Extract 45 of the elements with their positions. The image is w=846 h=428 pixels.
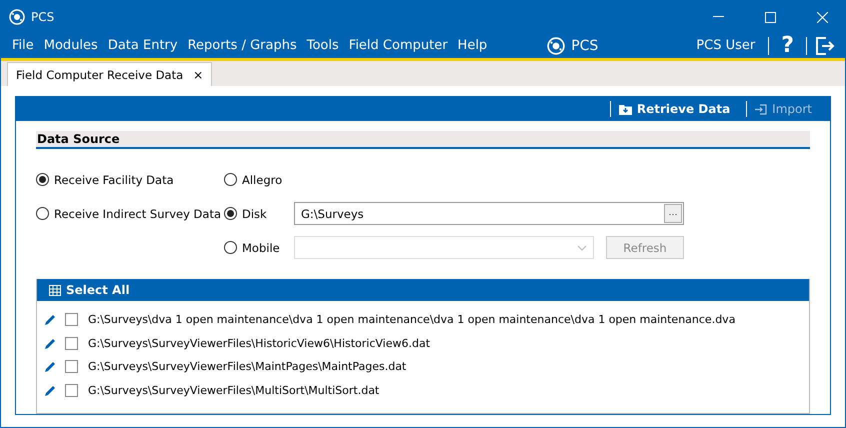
help-button[interactable]: ?: [777, 33, 798, 58]
radio-option[interactable]: Allegro: [224, 168, 294, 191]
menu-item[interactable]: File: [7, 38, 39, 53]
checkbox[interactable]: [65, 313, 78, 326]
brand-name: PCS: [571, 38, 598, 54]
folder-download-icon: [618, 104, 632, 114]
tab-label: Field Computer Receive Data: [16, 68, 184, 82]
checkbox[interactable]: [65, 360, 78, 374]
pencil-icon[interactable]: [44, 360, 57, 374]
close-icon: [816, 12, 828, 22]
checkbox[interactable]: [65, 336, 78, 350]
browse-button[interactable]: ···: [664, 204, 682, 223]
radio-option[interactable]: Receive Facility Data: [36, 168, 224, 191]
user-name[interactable]: PCS User: [691, 38, 760, 53]
close-tab-button[interactable]: ×: [193, 68, 204, 82]
pencil-icon[interactable]: [44, 384, 57, 397]
pencil-icon[interactable]: [44, 336, 57, 350]
menu-item[interactable]: Reports / Graphs: [182, 38, 302, 53]
logo-icon: [9, 9, 25, 25]
menu-item[interactable]: Modules: [38, 38, 103, 53]
menu-item[interactable]: Tools: [302, 38, 344, 53]
menu-item[interactable]: Help: [452, 38, 492, 53]
menu-item[interactable]: Data Entry: [102, 38, 183, 53]
file-path: G:\Surveys\SurveyViewerFiles\HistoricView6\HistoricView6.dat: [88, 336, 430, 350]
file-path: G:\Surveys\SurveyViewerFiles\MultiSort\MultiSort.dat: [88, 384, 380, 397]
menu-item[interactable]: Field Computer: [344, 38, 453, 53]
file-path: G:\Surveys\dva 1 open maintenance\dva 1 open maintenance\dva 1 open maintenance\dva 1 open maintenance.dva: [88, 313, 736, 326]
logout-icon[interactable]: [815, 36, 835, 56]
grid-icon: [49, 284, 61, 296]
toolbar-button[interactable]: Retrieve Data: [610, 101, 738, 117]
file-path: G:\Surveys\SurveyViewerFiles\MaintPages\MaintPages.dat: [88, 360, 406, 374]
import-icon: [755, 104, 768, 114]
chevron-down-icon: [577, 244, 587, 250]
tab[interactable]: Field Computer Receive Data ×: [7, 62, 212, 86]
pencil-icon[interactable]: [44, 313, 57, 326]
minimize-icon: [712, 16, 724, 18]
window-title: PCS: [31, 10, 56, 24]
section-header: Data Source: [36, 131, 810, 149]
path-field[interactable]: G:\Surveys ···: [294, 202, 684, 225]
checkbox[interactable]: [65, 384, 78, 397]
select-all-button[interactable]: Select All: [37, 279, 809, 301]
logo-icon: [547, 36, 566, 54]
radio-option[interactable]: Disk: [224, 202, 294, 225]
radio-option[interactable]: Receive Indirect Survey Data: [36, 202, 224, 225]
maximize-icon: [764, 12, 776, 22]
